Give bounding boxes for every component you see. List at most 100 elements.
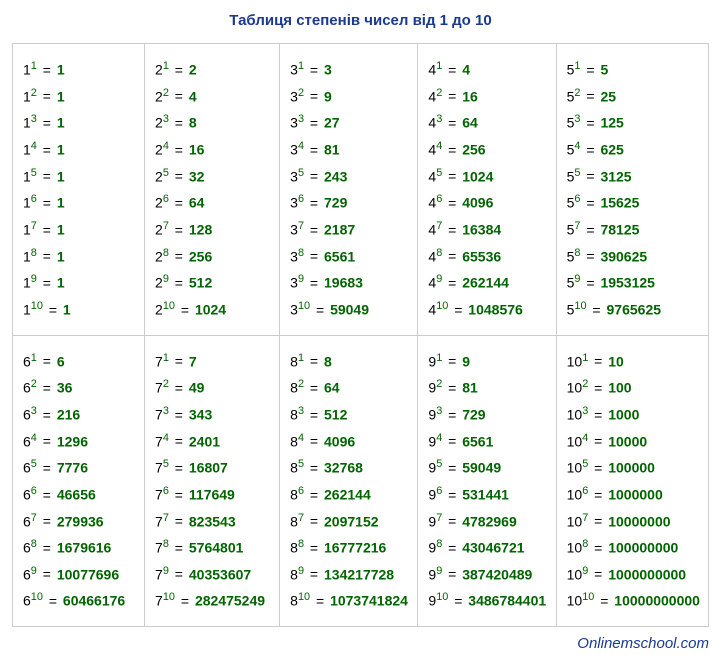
base-value: 6	[23, 433, 31, 449]
base-value: 10	[567, 460, 583, 476]
exponent-value: 5	[298, 167, 304, 179]
power-entry: 49 = 262144	[428, 271, 547, 294]
result-value: 1	[57, 115, 65, 131]
base-value: 6	[23, 566, 31, 582]
exponent-value: 9	[436, 273, 442, 285]
exponent-value: 1	[163, 60, 169, 72]
equals-sign: =	[582, 275, 598, 291]
result-value: 4096	[324, 433, 355, 449]
result-value: 387420489	[462, 566, 532, 582]
equals-sign: =	[444, 433, 460, 449]
power-entry: 106 = 1000000	[567, 483, 700, 506]
equals-sign: =	[171, 513, 187, 529]
exponent-value: 8	[436, 247, 442, 259]
result-value: 1	[57, 88, 65, 104]
equals-sign: =	[171, 142, 187, 158]
result-value: 729	[324, 195, 347, 211]
exponent-value: 4	[163, 140, 169, 152]
power-entry: 83 = 512	[290, 403, 409, 426]
result-value: 256	[462, 142, 485, 158]
exponent-value: 9	[582, 565, 588, 577]
equals-sign: =	[39, 115, 55, 131]
power-entry: 18 = 1	[23, 245, 136, 268]
exponent-value: 3	[436, 405, 442, 417]
exponent-value: 10	[31, 300, 43, 312]
exponent-value: 4	[298, 432, 304, 444]
equals-sign: =	[590, 380, 606, 396]
equals-sign: =	[582, 168, 598, 184]
result-value: 81	[462, 380, 478, 396]
equals-sign: =	[306, 62, 322, 78]
result-value: 262144	[324, 487, 371, 503]
result-value: 1	[57, 142, 65, 158]
equals-sign: =	[590, 487, 606, 503]
exponent-value: 6	[436, 485, 442, 497]
table-row: 11 = 112 = 113 = 114 = 115 = 116 = 117 =…	[13, 44, 709, 336]
power-entry: 45 = 1024	[428, 165, 547, 188]
power-entry: 65 = 7776	[23, 456, 136, 479]
power-entry: 13 = 1	[23, 111, 136, 134]
result-value: 43046721	[462, 540, 524, 556]
result-value: 16	[189, 142, 205, 158]
power-entry: 41 = 4	[428, 58, 547, 81]
equals-sign: =	[39, 222, 55, 238]
result-value: 32768	[324, 460, 363, 476]
power-entry: 11 = 1	[23, 58, 136, 81]
equals-sign: =	[171, 566, 187, 582]
result-value: 1073741824	[330, 593, 408, 609]
equals-sign: =	[444, 460, 460, 476]
base-value: 8	[290, 407, 298, 423]
equals-sign: =	[39, 275, 55, 291]
result-value: 5	[600, 62, 608, 78]
power-entry: 59 = 1953125	[567, 271, 700, 294]
power-entry: 62 = 36	[23, 376, 136, 399]
equals-sign: =	[171, 407, 187, 423]
equals-sign: =	[306, 407, 322, 423]
power-entry: 72 = 49	[155, 376, 271, 399]
power-entry: 68 = 1679616	[23, 536, 136, 559]
exponent-value: 7	[31, 512, 37, 524]
cell-base-6: 61 = 662 = 3663 = 21664 = 129665 = 77766…	[13, 335, 145, 627]
result-value: 8	[189, 115, 197, 131]
result-value: 7776	[57, 460, 88, 476]
power-entry: 36 = 729	[290, 191, 409, 214]
result-value: 64	[189, 195, 205, 211]
power-entry: 53 = 125	[567, 111, 700, 134]
exponent-value: 7	[436, 220, 442, 232]
result-value: 4782969	[462, 513, 517, 529]
equals-sign: =	[444, 513, 460, 529]
result-value: 59049	[330, 302, 369, 318]
base-value: 1	[23, 275, 31, 291]
power-entry: 610 = 60466176	[23, 589, 136, 612]
equals-sign: =	[306, 115, 322, 131]
result-value: 1000000	[608, 487, 663, 503]
base-value: 3	[290, 142, 298, 158]
base-value: 3	[290, 168, 298, 184]
power-entry: 17 = 1	[23, 218, 136, 241]
equals-sign: =	[171, 222, 187, 238]
result-value: 4	[462, 62, 470, 78]
equals-sign: =	[444, 88, 460, 104]
power-entry: 29 = 512	[155, 271, 271, 294]
equals-sign: =	[177, 593, 193, 609]
base-value: 2	[155, 88, 163, 104]
equals-sign: =	[590, 433, 606, 449]
equals-sign: =	[444, 566, 460, 582]
result-value: 10000000000	[614, 593, 700, 609]
power-entry: 105 = 100000	[567, 456, 700, 479]
power-entry: 48 = 65536	[428, 245, 547, 268]
exponent-value: 3	[31, 405, 37, 417]
base-value: 2	[155, 115, 163, 131]
power-entry: 86 = 262144	[290, 483, 409, 506]
result-value: 64	[324, 380, 340, 396]
base-value: 1	[23, 302, 31, 318]
equals-sign: =	[306, 540, 322, 556]
result-value: 1	[57, 222, 65, 238]
power-entry: 26 = 64	[155, 191, 271, 214]
power-entry: 44 = 256	[428, 138, 547, 161]
exponent-value: 6	[574, 193, 580, 205]
result-value: 625	[600, 142, 623, 158]
exponent-value: 7	[574, 220, 580, 232]
result-value: 343	[189, 407, 212, 423]
equals-sign: =	[171, 353, 187, 369]
